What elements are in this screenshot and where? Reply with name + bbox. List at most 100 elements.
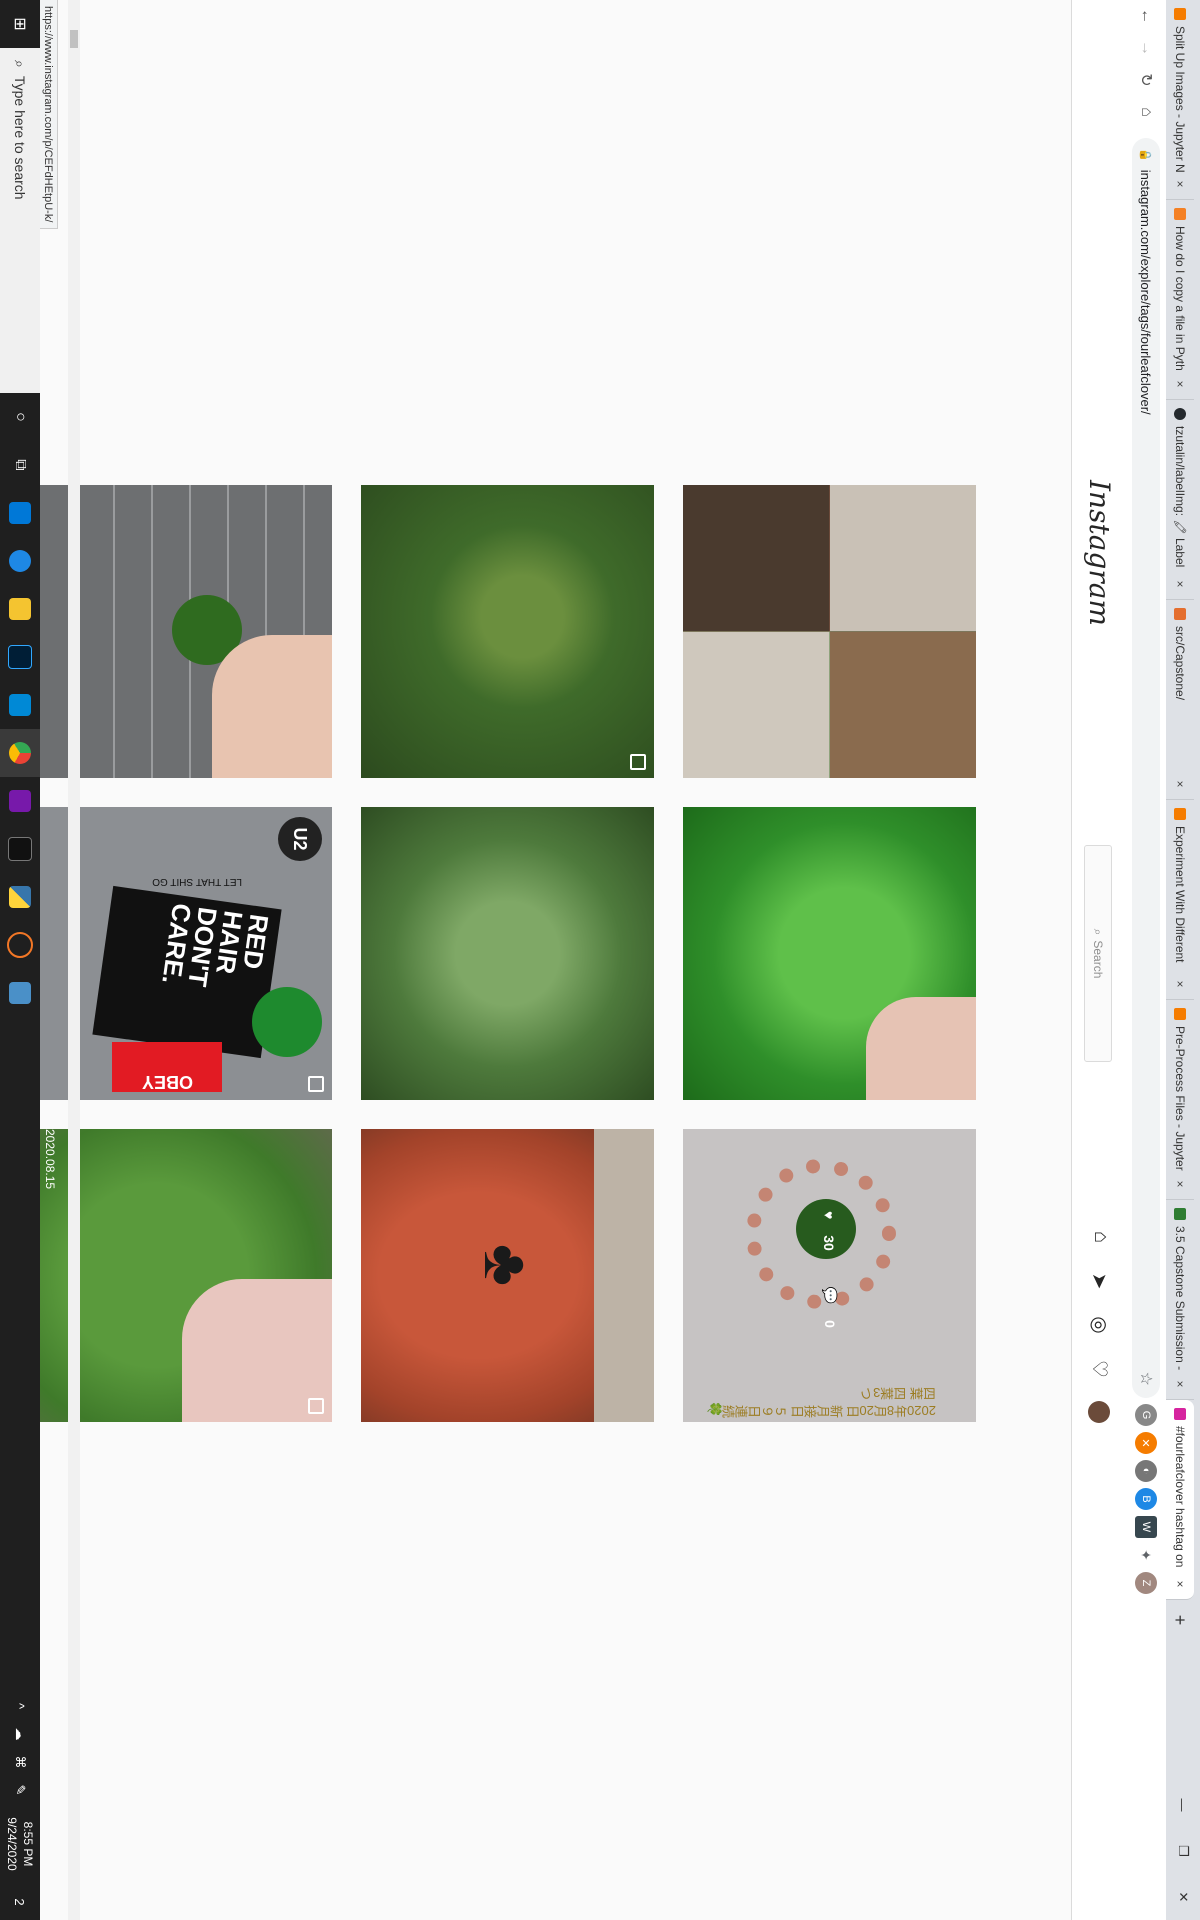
- address-bar: ← → ↻ ⌂ 🔒 instagram.com/explore/tags/fou…: [1125, 0, 1166, 1920]
- notification-badge[interactable]: 2: [13, 1884, 28, 1920]
- direct-icon[interactable]: ➤: [1087, 1259, 1112, 1303]
- window-controls: — ❐ ✕: [1166, 1782, 1200, 1920]
- tab-label: How do I copy a file in Pyth: [1173, 226, 1187, 371]
- onenote-app-icon[interactable]: [0, 777, 40, 825]
- python-app-icon[interactable]: [0, 873, 40, 921]
- likes-value: 30: [821, 1235, 838, 1251]
- home-icon[interactable]: ⌂: [1087, 1215, 1112, 1259]
- new-tab-button[interactable]: +: [1166, 1600, 1194, 1640]
- tab-close-icon[interactable]: ×: [1173, 377, 1187, 391]
- file-explorer-app-icon[interactable]: [0, 585, 40, 633]
- post-hand-four-leaf[interactable]: [683, 807, 976, 1100]
- url-input[interactable]: 🔒 instagram.com/explore/tags/fourleafclo…: [1132, 138, 1160, 1398]
- extension-g-icon[interactable]: G: [1135, 1404, 1157, 1426]
- room-window-2: [683, 485, 829, 631]
- tab-close-icon[interactable]: ×: [1173, 1377, 1187, 1391]
- lock-icon: 🔒: [1139, 148, 1152, 162]
- search-placeholder: Search: [1091, 940, 1105, 979]
- hand-shape: [866, 997, 976, 1100]
- heart-icon[interactable]: ♡: [1087, 1347, 1112, 1391]
- instagram-logo[interactable]: Instagram: [1083, 480, 1116, 626]
- tab-close-icon[interactable]: ×: [1173, 177, 1187, 191]
- dropbox-icon[interactable]: ⌘: [12, 1748, 28, 1776]
- tab-1[interactable]: How do I copy a file in Pyth ×: [1166, 200, 1194, 400]
- tab-favicon-icon: [1174, 208, 1186, 220]
- screen: Split Up Images - Jupyter N × How do I co…: [0, 0, 1200, 1920]
- tab-2[interactable]: tzutalin/labelImg: 🖍 Label ×: [1166, 400, 1194, 600]
- terminal-app-icon[interactable]: [0, 825, 40, 873]
- profile-avatar[interactable]: Z: [1135, 1572, 1157, 1594]
- post-hand-clover-brick[interactable]: [39, 485, 332, 778]
- tab-close-icon[interactable]: ×: [1173, 1177, 1187, 1191]
- extension-circle-icon[interactable]: ◐: [1135, 1460, 1157, 1482]
- tab-close-icon[interactable]: ×: [1173, 977, 1187, 991]
- post-sticker-laptop[interactable]: RED HAIR DON'T CARE. OBEY U2 LET THAT SH…: [39, 807, 332, 1100]
- tab-4[interactable]: Experiment With Different ×: [1166, 800, 1194, 1000]
- extension-b-icon[interactable]: B: [1135, 1488, 1157, 1510]
- likes-count: ♥ 30: [821, 1211, 838, 1251]
- hover-stats: ♥ 30 💬 0: [683, 1129, 976, 1422]
- start-button[interactable]: ⊞: [0, 0, 40, 48]
- taskbar-search-placeholder: Type here to search: [12, 75, 28, 200]
- search-icon: ⌕: [12, 60, 29, 68]
- minimize-button[interactable]: —: [1176, 1782, 1191, 1828]
- sticker-clover: [252, 987, 322, 1057]
- task-view-icon[interactable]: ⧉: [0, 441, 40, 489]
- taskbar-clock[interactable]: 8:55 PM 9/24/2020: [4, 1804, 36, 1884]
- tab-0[interactable]: Split Up Images - Jupyter N ×: [1166, 0, 1194, 200]
- scrollbar-thumb[interactable]: [70, 30, 78, 48]
- room-window: [830, 632, 976, 778]
- extensions-puzzle-icon[interactable]: ✦: [1135, 1544, 1157, 1566]
- horizontal-scrollbar[interactable]: [68, 0, 80, 1920]
- onedrive-icon[interactable]: ☁: [12, 1720, 28, 1748]
- chrome-app-icon[interactable]: [0, 729, 40, 777]
- cortana-icon[interactable]: ○: [0, 393, 40, 441]
- search-icon: ⌕: [1091, 928, 1106, 936]
- post-clover-tattoo[interactable]: ♣: [361, 1129, 654, 1422]
- tab-6[interactable]: 3.5 Capstone Submission - ×: [1166, 1200, 1194, 1400]
- avatar[interactable]: [1088, 1401, 1110, 1423]
- instagram-favicon-icon: [1174, 1408, 1186, 1420]
- calculator-app-icon[interactable]: [0, 969, 40, 1017]
- bookmark-star-icon[interactable]: ☆: [1136, 1372, 1156, 1386]
- sticker-text: SHIT GO: [152, 876, 194, 887]
- tab-close-icon[interactable]: ×: [1173, 777, 1187, 791]
- multi-photo-icon: [308, 1398, 324, 1414]
- back-button[interactable]: ←: [1137, 0, 1155, 32]
- post-clover-grass[interactable]: [361, 485, 654, 778]
- azure-app-icon[interactable]: [0, 681, 40, 729]
- maximize-button[interactable]: ❐: [1175, 1828, 1191, 1874]
- tray-overflow-icon[interactable]: ^: [13, 1692, 28, 1720]
- close-window-button[interactable]: ✕: [1175, 1874, 1191, 1920]
- tab-favicon-icon: [1174, 608, 1186, 620]
- extension-x-icon[interactable]: ✕: [1135, 1432, 1157, 1454]
- extension-w-icon[interactable]: W: [1135, 1516, 1157, 1538]
- edge-app-icon[interactable]: [0, 537, 40, 585]
- comments-count: 💬 0: [822, 1286, 838, 1328]
- tab-label: Pre-Process Files - Jupyter: [1173, 1026, 1187, 1171]
- post-bracelet[interactable]: 2020年8月20日 新月接日 ５９日連続🍀四葉 四葉3つ ♥ 30 💬 0: [683, 1129, 976, 1422]
- store-app-icon[interactable]: [0, 489, 40, 537]
- multi-photo-icon: [308, 1076, 324, 1092]
- sticker-let-that: LET THAT SHIT GO: [152, 847, 242, 887]
- tab-3[interactable]: src/Capstone/ ×: [1166, 600, 1194, 800]
- tab-5[interactable]: Pre-Process Files - Jupyter ×: [1166, 1000, 1194, 1200]
- search-input[interactable]: ⌕ Search: [1084, 845, 1112, 1062]
- forward-button[interactable]: →: [1137, 32, 1155, 64]
- tab-label: #fourleafclover hashtag on: [1173, 1426, 1187, 1568]
- reload-button[interactable]: ↻: [1136, 64, 1156, 96]
- post-collage-room[interactable]: [683, 485, 976, 778]
- photoshop-app-icon[interactable]: [0, 633, 40, 681]
- post-hand-tiny-clover[interactable]: 2020.08.15: [39, 1129, 332, 1422]
- tab-7-active[interactable]: #fourleafclover hashtag on ×: [1166, 1400, 1194, 1600]
- pen-icon[interactable]: ✎: [12, 1776, 28, 1804]
- explore-icon[interactable]: ◎: [1087, 1303, 1112, 1347]
- tab-favicon-icon: [1174, 408, 1186, 420]
- post-clover-leaves[interactable]: [361, 807, 654, 1100]
- home-button[interactable]: ⌂: [1137, 96, 1155, 128]
- taskbar-search-input[interactable]: ⌕ Type here to search: [0, 48, 40, 393]
- browser-tab-bar: Split Up Images - Jupyter N × How do I co…: [1166, 0, 1200, 1920]
- tab-close-icon[interactable]: ×: [1173, 1577, 1187, 1591]
- jupyter-app-icon[interactable]: [0, 921, 40, 969]
- tab-close-icon[interactable]: ×: [1173, 577, 1187, 591]
